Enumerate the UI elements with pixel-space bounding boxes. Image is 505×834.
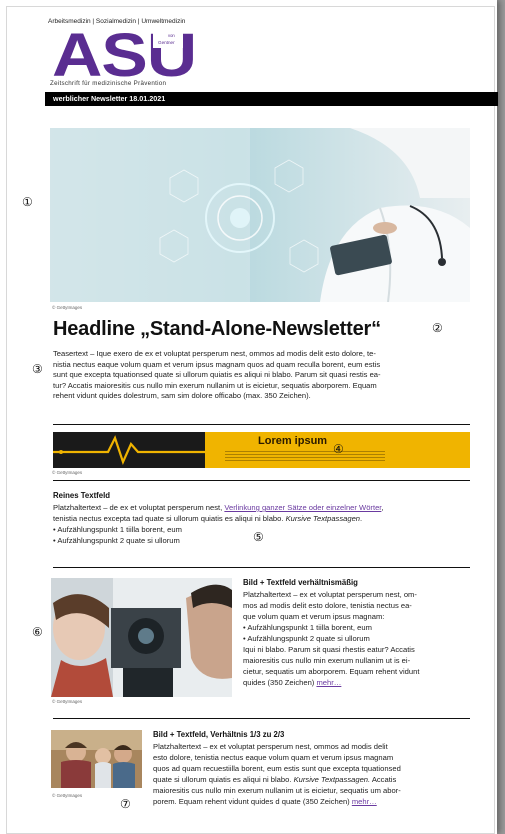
image-1-body: Platzhaltertext – ex et voluptat persper… bbox=[243, 589, 478, 688]
family-image[interactable] bbox=[51, 730, 142, 788]
newsletter-date-bar: werblicher Newsletter 18.01.2021 bbox=[45, 92, 498, 106]
marker-5: ⑤ bbox=[253, 530, 264, 544]
divider bbox=[53, 718, 470, 719]
journal-topline: Arbeitsmedizin | Sozialmedizin | Umweltm… bbox=[48, 18, 186, 25]
divider bbox=[53, 480, 470, 481]
banner-title: Lorem ipsum bbox=[258, 435, 328, 447]
banner-small-text bbox=[225, 451, 385, 461]
teaser-line: tur? Accatis maioresitis cus nullo min e… bbox=[53, 380, 377, 390]
teaser-line: Teasertext – Ique exero de ex et volupta… bbox=[53, 349, 376, 358]
asu-logo: ASU von Gentner bbox=[52, 26, 197, 78]
divider bbox=[53, 567, 470, 568]
teaser-line: sunt que excepta tquationsed quate si ul… bbox=[53, 370, 381, 380]
marker-4: ④ bbox=[333, 442, 344, 456]
eye-exam-image[interactable] bbox=[51, 578, 232, 697]
marker-3: ③ bbox=[32, 362, 43, 376]
image-2-body: Platzhaltertext – ex et voluptat persper… bbox=[153, 742, 401, 806]
inline-link[interactable]: Verlinkung ganzer Sätze oder einzelner W… bbox=[224, 503, 381, 512]
text-line: Platzhaltertext – de ex et voluptat pers… bbox=[53, 503, 384, 512]
newsletter-date: werblicher Newsletter 18.01.2021 bbox=[53, 94, 166, 103]
teaser-text: Teasertext – Ique exero de ex et volupta… bbox=[53, 349, 473, 402]
image-2-credit: © GettyImages bbox=[52, 793, 83, 798]
marker-2: ② bbox=[432, 321, 443, 335]
ad-banner[interactable]: Lorem ipsum bbox=[53, 432, 470, 468]
list-item: Aufzählungspunkt 2 quate si ullorum bbox=[243, 633, 478, 644]
hero-credit: © GettyImages bbox=[52, 305, 83, 310]
marker-6: ⑥ bbox=[32, 625, 43, 639]
banner-credit: © GettyImages bbox=[52, 470, 83, 475]
list-item: Aufzählungspunkt 1 tiilla borent, eum bbox=[243, 622, 478, 633]
logo-von: von bbox=[168, 33, 175, 38]
marker-1: ① bbox=[22, 195, 33, 209]
teaser-line: nistia nectus eaque volum quam et verum … bbox=[53, 359, 381, 369]
text-section-body: Platzhaltertext – de ex et voluptat pers… bbox=[53, 502, 478, 546]
divider bbox=[53, 424, 470, 425]
headline: Headline „Stand-Alone-Newsletter“ bbox=[53, 318, 381, 340]
image-1-title: Bild + Textfeld verhältnismäßig bbox=[243, 578, 358, 587]
teaser-line: rehent vidunt quides dolestrum, sam sim … bbox=[53, 391, 311, 401]
image-1-credit: © GettyImages bbox=[52, 699, 83, 704]
hero-image bbox=[50, 128, 470, 302]
image-2-title: Bild + Textfeld, Verhältnis 1/3 zu 2/3 bbox=[153, 730, 285, 739]
bullet-list: Aufzählungspunkt 1 tiilla borent, eum Au… bbox=[53, 524, 478, 546]
more-link[interactable]: mehr… bbox=[316, 678, 341, 687]
newsletter-sheet: Arbeitsmedizin | Sozialmedizin | Umweltm… bbox=[0, 0, 498, 834]
bullet-list: Aufzählungspunkt 1 tiilla borent, eum Au… bbox=[243, 622, 478, 644]
text-line: tenistia nectus excepta tad quate si ull… bbox=[53, 514, 363, 523]
tagline: Zeitschrift für medizinische Prävention bbox=[50, 80, 167, 87]
marker-7: ⑦ bbox=[120, 797, 131, 811]
list-item: Aufzählungspunkt 1 tiilla borent, eum bbox=[53, 524, 478, 535]
heartbeat-icon bbox=[53, 435, 205, 466]
more-link[interactable]: mehr… bbox=[352, 797, 377, 806]
logo-brand: Gentner bbox=[158, 40, 175, 45]
list-item: Aufzählungspunkt 2 quate si ullorum bbox=[53, 535, 478, 546]
text-section-title: Reines Textfeld bbox=[53, 491, 111, 500]
